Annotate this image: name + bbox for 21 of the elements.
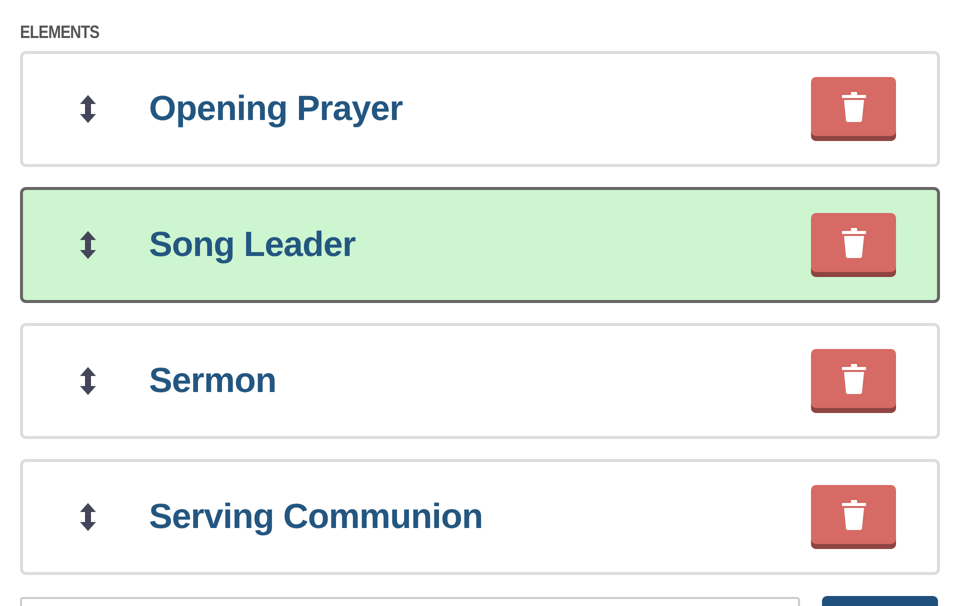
element-card[interactable]: Opening Prayer [20,51,940,167]
delete-button[interactable] [811,77,896,141]
trash-icon [842,500,866,530]
drag-arrows-icon[interactable] [79,95,97,123]
element-name: Opening Prayer [149,89,404,129]
section-heading: ELEMENTS [20,22,100,43]
trash-icon [842,92,866,122]
element-card[interactable]: Serving Communion [20,459,940,575]
element-name: Serving Communion [149,497,484,537]
delete-button[interactable] [811,213,896,277]
delete-button[interactable] [811,349,896,413]
drag-arrows-icon[interactable] [79,231,97,259]
element-name: Sermon [149,361,278,401]
element-name: Song Leader [149,225,356,265]
element-card[interactable]: Song Leader [20,187,940,303]
drag-arrows-icon[interactable] [79,367,97,395]
trash-icon [842,364,866,394]
delete-button[interactable] [811,485,896,549]
drag-arrows-icon[interactable] [79,503,97,531]
element-card[interactable]: Sermon [20,323,940,439]
trash-icon [842,228,866,258]
